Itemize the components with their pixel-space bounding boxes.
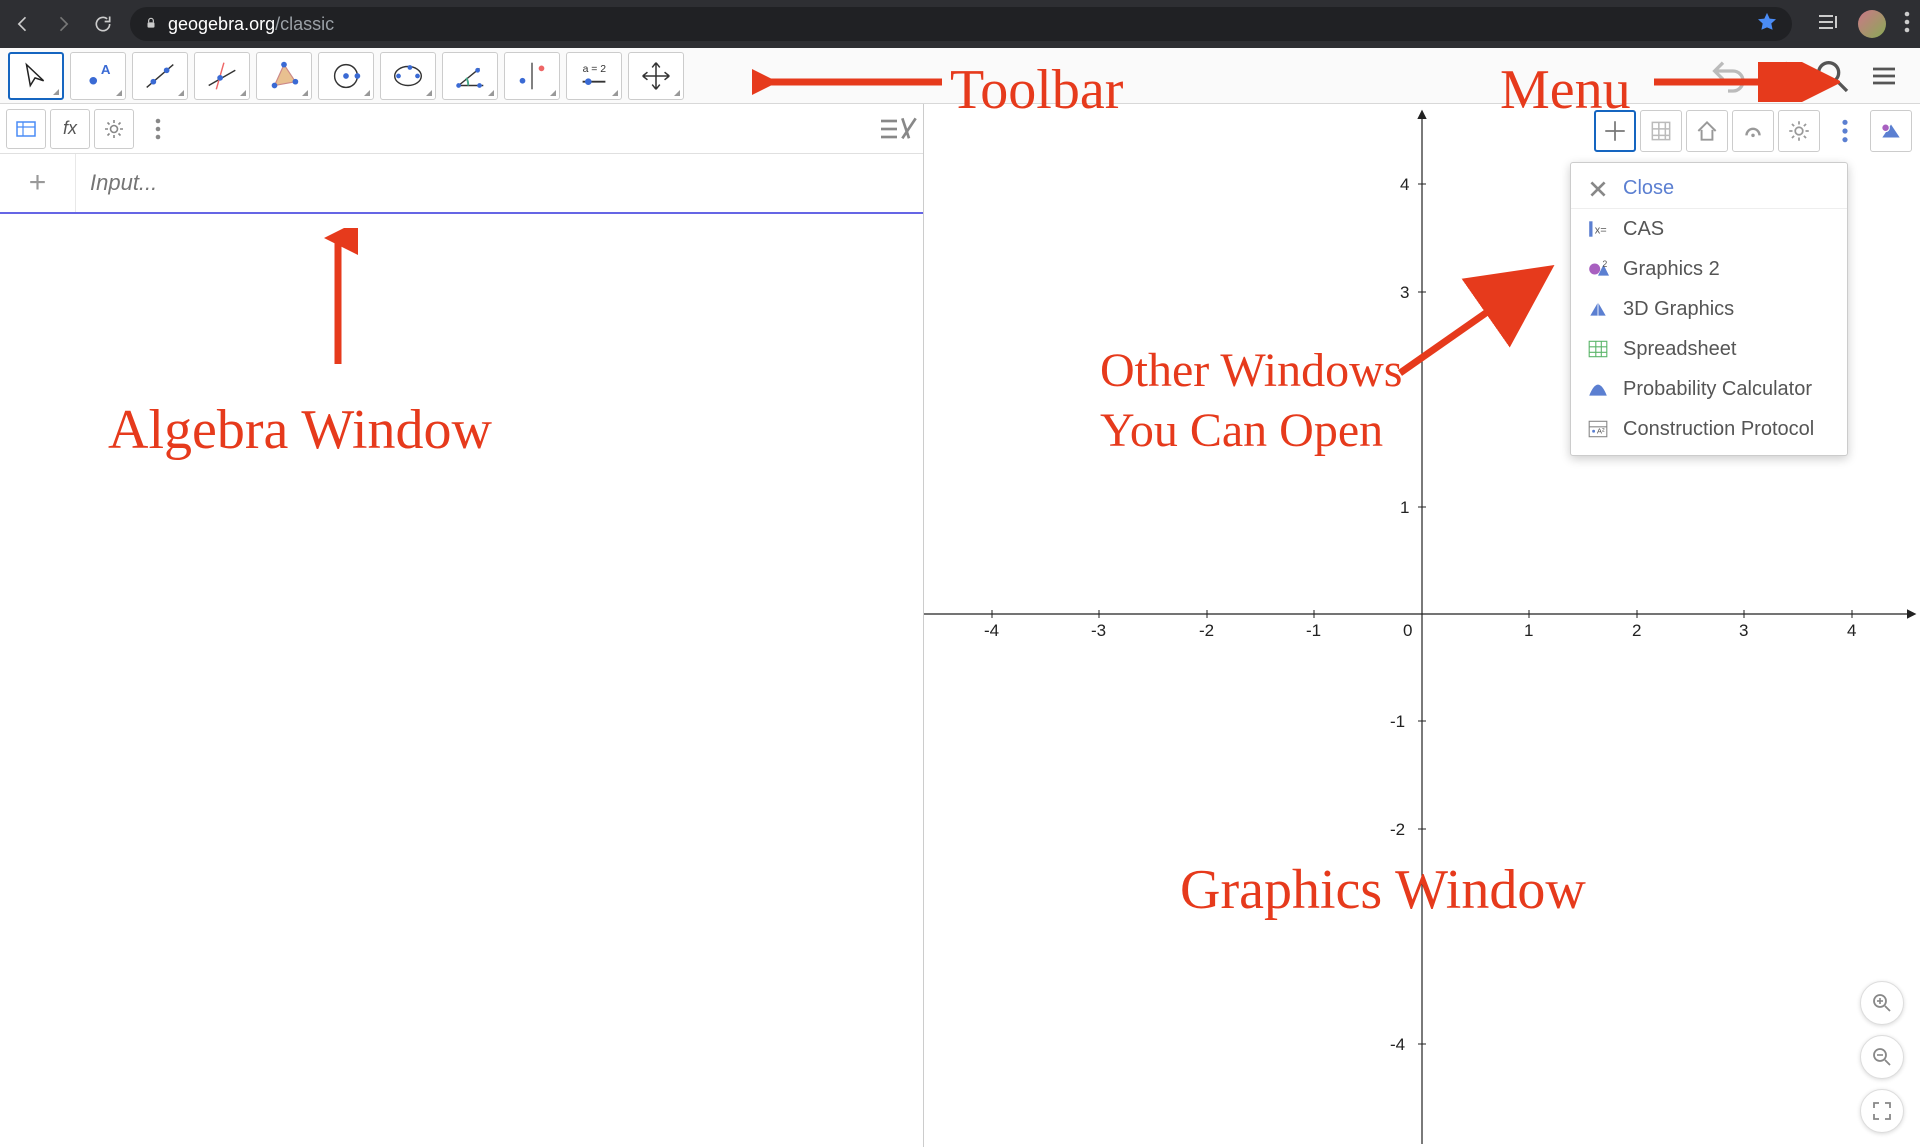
svg-text:3: 3 — [1400, 283, 1409, 302]
bookmark-star-icon[interactable] — [1756, 11, 1778, 38]
sort-button[interactable] — [877, 109, 917, 149]
tool-reflect[interactable] — [504, 52, 560, 100]
graphics-toolbar — [1594, 110, 1912, 152]
svg-text:2: 2 — [1602, 259, 1607, 269]
3d-icon — [1587, 298, 1609, 320]
view-3d-graphics[interactable]: 3D Graphics — [1571, 289, 1847, 329]
tool-line[interactable] — [132, 52, 188, 100]
graphics-panel[interactable]: -4 -3 -2 -1 0 1 2 3 4 4 3 1 -1 -2 — [924, 104, 1920, 1147]
tool-move-graphics[interactable] — [628, 52, 684, 100]
close-icon — [1587, 178, 1609, 200]
reading-list-icon[interactable] — [1816, 10, 1840, 39]
browser-reload-button[interactable] — [90, 11, 116, 37]
url-path: /classic — [275, 14, 334, 34]
view-probability[interactable]: Probability Calculator — [1571, 369, 1847, 409]
algebra-settings-button[interactable] — [94, 109, 134, 149]
graphics-settings-button[interactable] — [1778, 110, 1820, 152]
spreadsheet-icon — [1587, 338, 1609, 360]
add-input-button[interactable]: + — [0, 154, 76, 212]
svg-text:1: 1 — [1524, 621, 1533, 640]
svg-text:-4: -4 — [1390, 1035, 1405, 1054]
app-toolbar: A a = 2 — [0, 48, 1920, 104]
browser-chrome: geogebra.org/classic — [0, 0, 1920, 48]
tool-perpendicular[interactable] — [194, 52, 250, 100]
view-cas[interactable]: x= CAS — [1571, 209, 1847, 249]
tool-ellipse[interactable] — [380, 52, 436, 100]
svg-text:a = 2: a = 2 — [583, 64, 607, 75]
cas-icon: x= — [1587, 218, 1609, 240]
views-dropdown: Close x= CAS 2 Graphics 2 3D Graphics Sp… — [1570, 162, 1848, 456]
tool-point[interactable]: A — [70, 52, 126, 100]
address-bar[interactable]: geogebra.org/classic — [130, 7, 1792, 41]
tool-polygon[interactable] — [256, 52, 312, 100]
url-host: geogebra.org — [168, 14, 275, 34]
svg-text:A²: A² — [1597, 426, 1605, 435]
views-close-button[interactable]: Close — [1571, 169, 1847, 209]
algebra-panel: fx + — [0, 104, 924, 1147]
view-construction-protocol[interactable]: A² Construction Protocol — [1571, 409, 1847, 449]
svg-text:x=: x= — [1595, 224, 1607, 236]
svg-text:-1: -1 — [1306, 621, 1321, 640]
show-grid-button[interactable] — [1640, 110, 1682, 152]
point-capture-button[interactable] — [1732, 110, 1774, 152]
svg-text:1: 1 — [1400, 498, 1409, 517]
graphics2-icon: 2 — [1587, 258, 1609, 280]
algebra-toolbar: fx — [0, 104, 923, 154]
svg-text:4: 4 — [1847, 621, 1856, 640]
chrome-menu-icon[interactable] — [1904, 11, 1910, 38]
tool-slider[interactable]: a = 2 — [566, 52, 622, 100]
browser-back-button[interactable] — [10, 11, 36, 37]
algebra-input-row: + — [0, 154, 923, 214]
show-axes-button[interactable] — [1594, 110, 1636, 152]
svg-text:-2: -2 — [1390, 820, 1405, 839]
zoom-out-button[interactable] — [1860, 1035, 1904, 1079]
search-button[interactable] — [1812, 56, 1852, 96]
svg-text:-1: -1 — [1390, 712, 1405, 731]
profile-avatar[interactable] — [1858, 10, 1886, 38]
svg-text:3: 3 — [1739, 621, 1748, 640]
views-toggle-button[interactable] — [1870, 110, 1912, 152]
view-spreadsheet[interactable]: Spreadsheet — [1571, 329, 1847, 369]
undo-button[interactable] — [1708, 56, 1748, 96]
fx-button[interactable]: fx — [50, 109, 90, 149]
svg-text:-3: -3 — [1091, 621, 1106, 640]
svg-text:-4: -4 — [984, 621, 999, 640]
graphics-more-button[interactable] — [1824, 110, 1866, 152]
tool-circle[interactable] — [318, 52, 374, 100]
svg-text:A: A — [101, 62, 111, 77]
tool-move[interactable] — [8, 52, 64, 100]
zoom-controls — [1860, 981, 1904, 1133]
protocol-icon: A² — [1587, 418, 1609, 440]
lock-icon — [144, 14, 158, 35]
algebra-input[interactable] — [76, 170, 923, 196]
probability-icon — [1587, 378, 1609, 400]
algebra-more-button[interactable] — [138, 109, 178, 149]
browser-forward-button[interactable] — [50, 11, 76, 37]
svg-text:2: 2 — [1632, 621, 1641, 640]
algebra-view-style-button[interactable] — [6, 109, 46, 149]
home-button[interactable] — [1686, 110, 1728, 152]
zoom-in-button[interactable] — [1860, 981, 1904, 1025]
svg-text:0: 0 — [1403, 621, 1412, 640]
fullscreen-button[interactable] — [1860, 1089, 1904, 1133]
tool-angle[interactable] — [442, 52, 498, 100]
main-menu-button[interactable] — [1864, 56, 1904, 96]
redo-button[interactable] — [1760, 56, 1800, 96]
svg-text:-2: -2 — [1199, 621, 1214, 640]
view-graphics-2[interactable]: 2 Graphics 2 — [1571, 249, 1847, 289]
svg-text:4: 4 — [1400, 175, 1409, 194]
